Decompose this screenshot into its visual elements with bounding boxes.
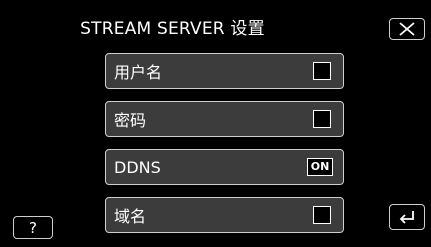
page-title: STREAM SERVER 设置 bbox=[80, 19, 265, 39]
checkbox-unchecked bbox=[313, 62, 331, 80]
menu-item-domain[interactable]: 域名 bbox=[105, 197, 344, 233]
help-button[interactable]: ? bbox=[13, 216, 53, 239]
menu-item-label: 用户名 bbox=[114, 63, 163, 82]
menu-item-label: DDNS bbox=[114, 157, 161, 177]
menu-item-password[interactable]: 密码 bbox=[105, 101, 344, 137]
on-status-badge: ON bbox=[307, 158, 333, 176]
checkbox-unchecked bbox=[313, 110, 331, 128]
menu-item-ddns[interactable]: DDNS ON bbox=[105, 149, 344, 185]
menu-item-username[interactable]: 用户名 bbox=[105, 53, 344, 89]
menu-item-label: 密码 bbox=[114, 111, 147, 130]
menu-item-label: 域名 bbox=[114, 207, 147, 226]
close-icon bbox=[399, 22, 415, 36]
checkbox-unchecked bbox=[313, 206, 331, 224]
help-button-label: ? bbox=[29, 218, 37, 237]
stream-server-settings-screen: STREAM SERVER 设置 用户名 密码 DDNS ON 域名 ? bbox=[0, 0, 431, 247]
back-button[interactable] bbox=[389, 204, 425, 230]
back-return-icon bbox=[399, 211, 414, 224]
close-button[interactable] bbox=[389, 18, 425, 40]
